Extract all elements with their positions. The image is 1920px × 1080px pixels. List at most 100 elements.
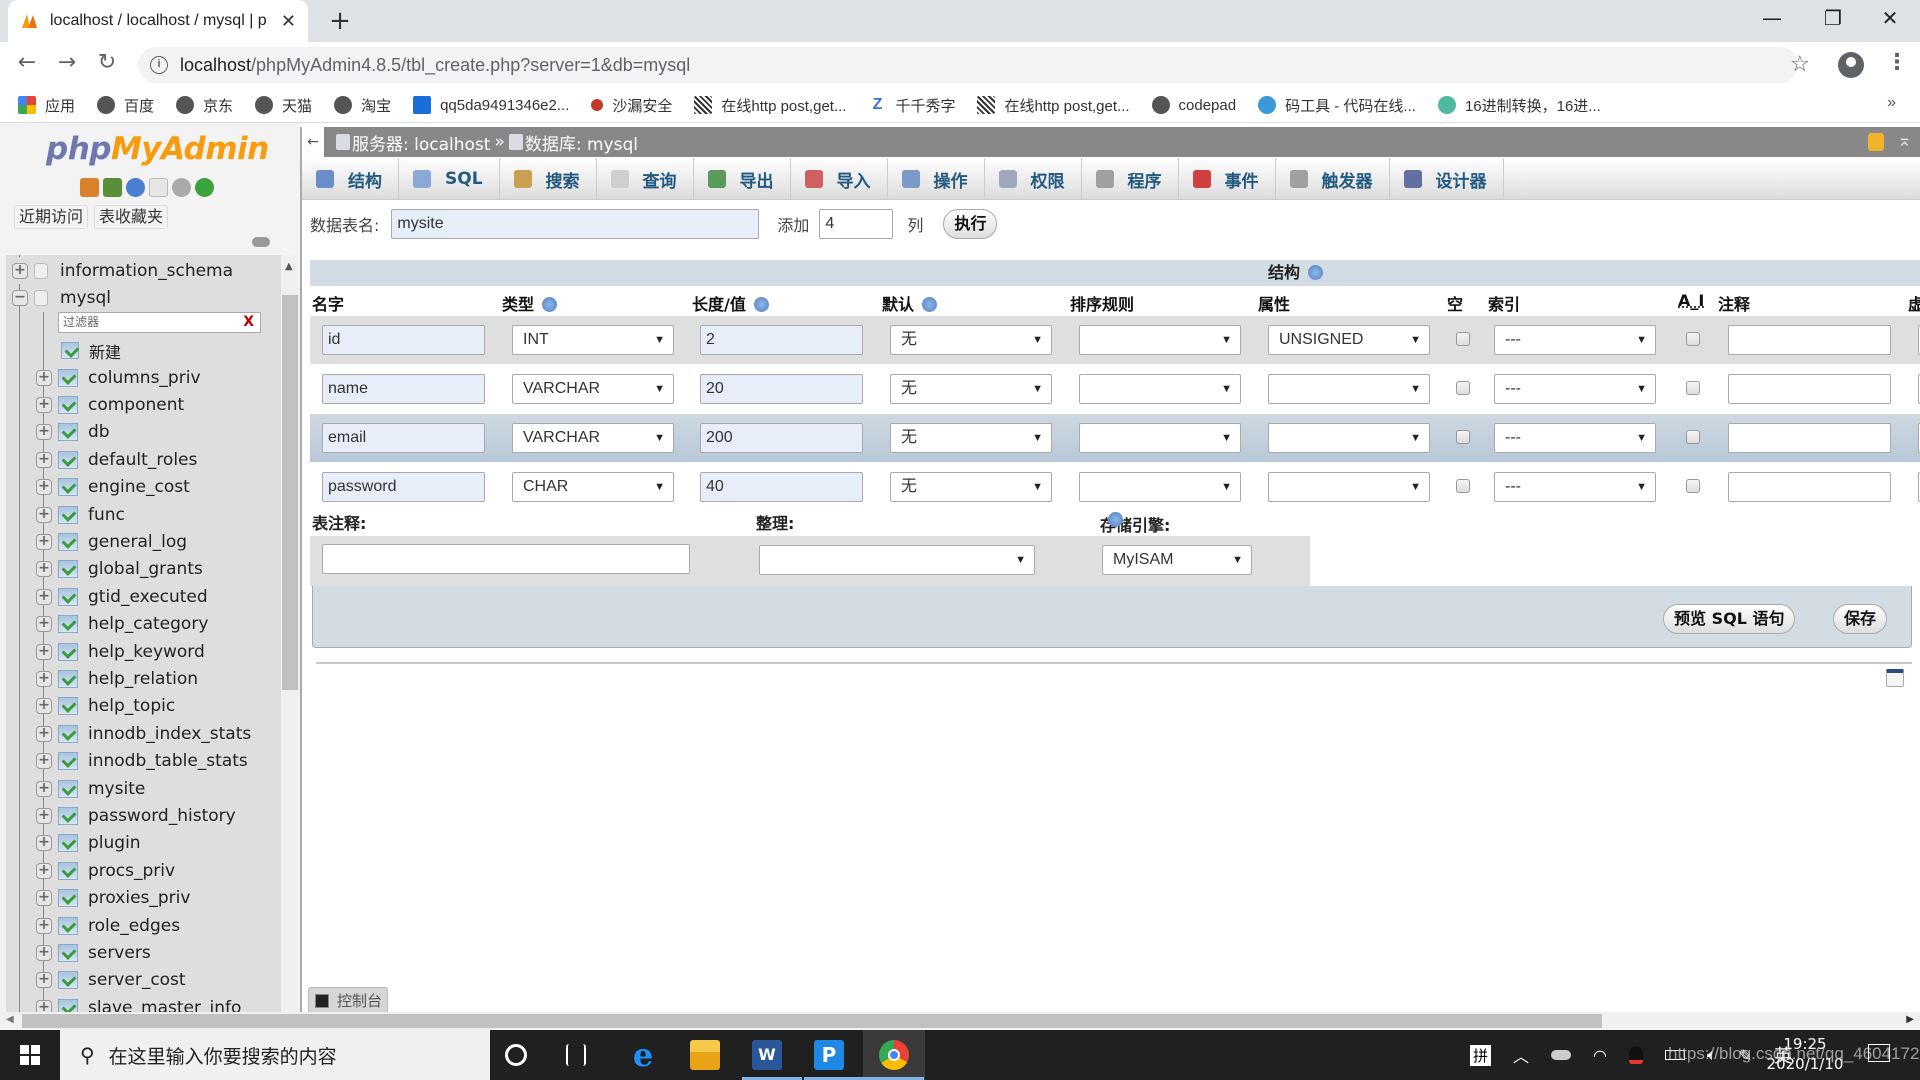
tab-query[interactable]: 查询 bbox=[597, 158, 694, 200]
bookmark-star-icon[interactable]: ☆ bbox=[1790, 52, 1810, 77]
expand-icon[interactable]: + bbox=[36, 369, 52, 386]
table-node[interactable]: + general_log bbox=[36, 528, 187, 555]
wifi-icon[interactable]: ◠ bbox=[1593, 1046, 1607, 1065]
minimize-button[interactable]: — bbox=[1752, 6, 1792, 30]
field-type-select[interactable]: VARCHAR ▼ bbox=[512, 374, 674, 404]
expand-icon[interactable]: + bbox=[36, 396, 52, 413]
field-length-input[interactable]: 20 bbox=[700, 374, 863, 404]
table-node[interactable]: + global_grants bbox=[36, 556, 203, 583]
field-collation-select[interactable]: ▼ bbox=[1079, 423, 1241, 453]
help-icon[interactable] bbox=[1108, 512, 1123, 527]
browser-menu-icon[interactable]: ⋮ bbox=[1886, 50, 1908, 75]
expand-icon[interactable]: + bbox=[36, 643, 52, 660]
field-length-input[interactable]: 200 bbox=[700, 423, 863, 453]
start-button[interactable] bbox=[0, 1030, 60, 1080]
expand-icon[interactable]: + bbox=[36, 424, 52, 441]
field-auto-increment-checkbox[interactable] bbox=[1686, 381, 1700, 395]
field-comment-input[interactable] bbox=[1728, 325, 1891, 355]
field-name-input[interactable]: password bbox=[322, 472, 485, 502]
bookmark-jd[interactable]: 京东 bbox=[176, 95, 233, 116]
chrome-icon[interactable] bbox=[879, 1040, 909, 1070]
breadcrumb-server[interactable]: 服务器: localhost bbox=[352, 130, 490, 155]
logout-icon[interactable] bbox=[103, 178, 122, 197]
recent-tables-button[interactable]: 近期访问 bbox=[14, 205, 89, 229]
field-name-input[interactable]: id bbox=[322, 325, 485, 355]
tab-search[interactable]: 搜索 bbox=[500, 158, 597, 200]
maximize-button[interactable]: ❐ bbox=[1813, 6, 1853, 30]
show-hidden-icons-chevron-icon[interactable]: ︿ bbox=[1513, 1043, 1529, 1067]
page-settings-icon[interactable] bbox=[1886, 669, 1904, 687]
tab-triggers[interactable]: 触发器 bbox=[1276, 158, 1390, 200]
expand-icon[interactable]: + bbox=[36, 807, 52, 824]
new-tab-button[interactable]: + bbox=[325, 6, 355, 36]
bookmark-http-post-2[interactable]: 在线http post,get... bbox=[977, 95, 1130, 116]
table-node[interactable]: + db bbox=[36, 419, 110, 446]
help-icon[interactable] bbox=[1308, 265, 1324, 280]
table-node[interactable]: + engine_cost bbox=[36, 474, 190, 501]
field-comment-input[interactable] bbox=[1728, 472, 1891, 502]
field-null-checkbox[interactable] bbox=[1456, 479, 1470, 493]
bookmark-shalou[interactable]: 沙漏安全 bbox=[591, 95, 672, 116]
table-node[interactable]: + help_relation bbox=[36, 665, 198, 692]
field-comment-input[interactable] bbox=[1728, 374, 1891, 404]
scroll-right-arrow-icon[interactable]: ▶ bbox=[1906, 1014, 1914, 1025]
tab-structure[interactable]: 结构 bbox=[302, 158, 399, 200]
field-index-select[interactable]: --- ▼ bbox=[1494, 472, 1656, 502]
expand-icon[interactable]: + bbox=[36, 670, 52, 687]
collapse-top-icon[interactable]: ⌅ bbox=[1897, 130, 1912, 151]
field-attribute-select[interactable]: ▼ bbox=[1268, 423, 1430, 453]
expand-icon[interactable]: + bbox=[36, 944, 52, 961]
field-collation-select[interactable]: ▼ bbox=[1079, 325, 1241, 355]
cortana-icon[interactable] bbox=[505, 1044, 527, 1066]
field-attribute-select[interactable]: UNSIGNED ▼ bbox=[1268, 325, 1430, 355]
help-icon[interactable] bbox=[542, 297, 558, 312]
scroll-up-arrow-icon[interactable]: ▲ bbox=[285, 261, 293, 272]
expand-icon[interactable]: + bbox=[36, 890, 52, 907]
expand-icon[interactable]: + bbox=[36, 917, 52, 934]
table-collation-select[interactable]: ▼ bbox=[759, 545, 1035, 575]
table-node[interactable]: + gtid_executed bbox=[36, 583, 208, 610]
table-node[interactable]: + help_category bbox=[36, 611, 208, 638]
table-node[interactable]: + proxies_priv bbox=[36, 885, 190, 912]
bookmark-taobao[interactable]: 淘宝 bbox=[334, 95, 391, 116]
table-node[interactable]: + password_history bbox=[36, 802, 236, 829]
bookmark-magongju[interactable]: 码工具 - 代码在线... bbox=[1258, 95, 1416, 116]
close-window-button[interactable]: ✕ bbox=[1870, 6, 1910, 30]
preview-sql-button[interactable]: 预览 SQL 语句 bbox=[1663, 604, 1796, 634]
table-node[interactable]: + innodb_index_stats bbox=[36, 720, 251, 747]
field-collation-select[interactable]: ▼ bbox=[1079, 374, 1241, 404]
field-comment-input[interactable] bbox=[1728, 423, 1891, 453]
onedrive-cloud-icon[interactable] bbox=[1551, 1050, 1572, 1060]
expand-icon[interactable]: + bbox=[36, 780, 52, 797]
table-node[interactable]: + component bbox=[36, 391, 184, 418]
reload-button[interactable]: ↻ bbox=[92, 50, 122, 75]
link-with-main-icon[interactable] bbox=[252, 237, 270, 247]
expand-icon[interactable]: + bbox=[36, 533, 52, 550]
field-index-select[interactable]: --- ▼ bbox=[1494, 374, 1656, 404]
field-length-input[interactable]: 2 bbox=[700, 325, 863, 355]
help-icon[interactable] bbox=[922, 297, 938, 312]
field-type-select[interactable]: VARCHAR ▼ bbox=[512, 423, 674, 453]
settings-gear-icon[interactable] bbox=[172, 178, 191, 197]
home-icon[interactable] bbox=[80, 178, 99, 197]
taskbar-search[interactable]: ⚲ 在这里输入你要搜索的内容 bbox=[60, 1030, 490, 1080]
edge-icon[interactable]: e bbox=[628, 1039, 658, 1071]
expand-icon[interactable]: + bbox=[36, 451, 52, 468]
bookmark-baidu[interactable]: 百度 bbox=[97, 95, 154, 116]
horizontal-scrollbar[interactable]: ◀ ▶ bbox=[0, 1012, 1920, 1030]
bookmark-tmall[interactable]: 天猫 bbox=[255, 95, 312, 116]
ime-mode-indicator[interactable]: 拼 bbox=[1470, 1044, 1492, 1066]
browser-tab[interactable]: localhost / localhost / mysql | p ✕ bbox=[8, 0, 308, 42]
tab-wrench[interactable]: 操作 bbox=[888, 158, 985, 200]
db-node-mysql[interactable]: − mysql bbox=[12, 284, 111, 311]
field-default-select[interactable]: 无 ▼ bbox=[890, 423, 1052, 453]
expand-icon[interactable]: + bbox=[36, 698, 52, 715]
field-auto-increment-checkbox[interactable] bbox=[1686, 332, 1700, 346]
tab-routines[interactable]: 程序 bbox=[1082, 158, 1179, 200]
expand-icon[interactable]: + bbox=[36, 506, 52, 523]
task-view-icon[interactable] bbox=[566, 1044, 586, 1066]
table-filter-input[interactable]: 过滤器 X bbox=[58, 312, 261, 333]
toggle-nav-back-icon[interactable]: ← bbox=[302, 127, 324, 157]
table-comment-input[interactable] bbox=[322, 544, 690, 574]
field-default-select[interactable]: 无 ▼ bbox=[890, 472, 1052, 502]
